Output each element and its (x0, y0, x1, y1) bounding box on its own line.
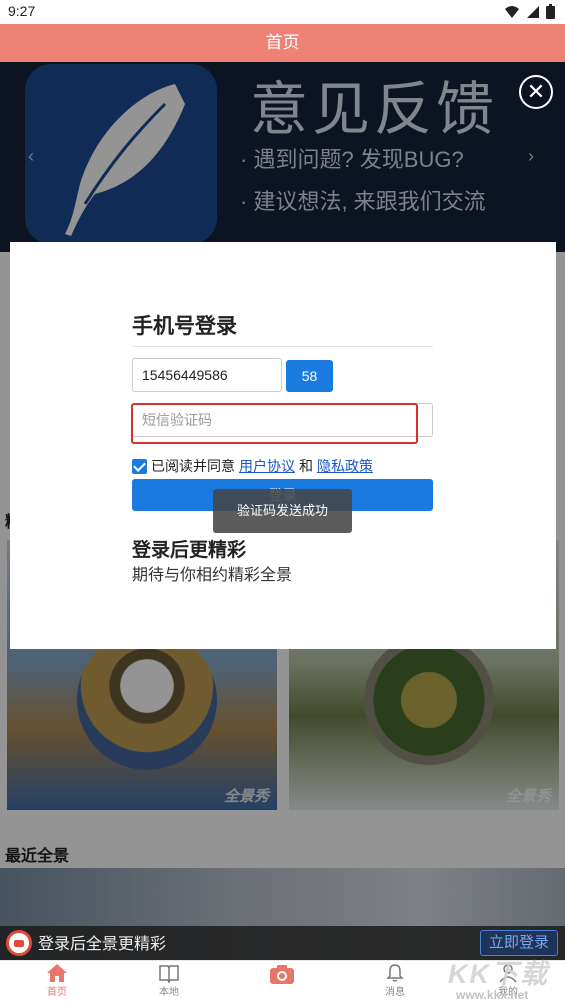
close-icon[interactable]: ✕ (519, 75, 553, 109)
privacy-policy-link[interactable]: 隐私政策 (317, 456, 373, 476)
user-agreement-link[interactable]: 用户协议 (239, 456, 295, 476)
site-watermark-logo: KK下载 (448, 959, 549, 989)
signal-icon (527, 5, 539, 18)
tab-messages[interactable]: 消息 (355, 963, 435, 998)
bell-icon (386, 964, 404, 982)
send-code-countdown-button[interactable]: 58 (286, 360, 333, 392)
app-header: 首页 (0, 24, 565, 62)
login-prompt-text: 登录后全景更精彩 (38, 936, 167, 953)
battery-icon (546, 4, 555, 19)
login-modal: 手机号登录 58 已阅读并同意 用户协议 和 隐私政策 登录 验证码发送成功 登… (10, 242, 556, 649)
status-bar: 9:27 (0, 0, 565, 24)
tab-label: 首页 (47, 987, 67, 998)
phone-input[interactable] (132, 358, 282, 392)
sms-code-input[interactable] (133, 404, 432, 436)
tab-camera[interactable] (242, 963, 322, 985)
app-logo-icon (6, 930, 32, 956)
divider (132, 346, 433, 347)
agreement-row: 已阅读并同意 用户协议 和 隐私政策 (132, 456, 373, 476)
tab-local[interactable]: 本地 (129, 963, 209, 998)
tab-home[interactable]: 首页 (17, 963, 97, 998)
modal-title: 手机号登录 (132, 315, 237, 338)
tab-label: 消息 (385, 987, 405, 998)
status-time: 9:27 (8, 3, 36, 19)
toast-message: 验证码发送成功 (213, 489, 352, 533)
wifi-icon (505, 5, 519, 18)
tab-label: 本地 (159, 987, 179, 998)
promo-title: 登录后更精彩 (132, 540, 247, 561)
sms-code-field (132, 403, 433, 437)
agreement-checkbox[interactable] (132, 458, 147, 474)
site-watermark-url: www.kkx.net (456, 988, 529, 1002)
page-title: 首页 (265, 33, 300, 52)
status-icons (504, 4, 555, 19)
camera-icon (270, 965, 294, 984)
promo-subtitle: 期待与你相约精彩全景 (132, 567, 293, 584)
agreement-and: 和 (299, 458, 313, 474)
book-icon (159, 965, 179, 983)
home-icon (47, 964, 67, 982)
agreement-text: 已阅读并同意 (151, 458, 235, 474)
